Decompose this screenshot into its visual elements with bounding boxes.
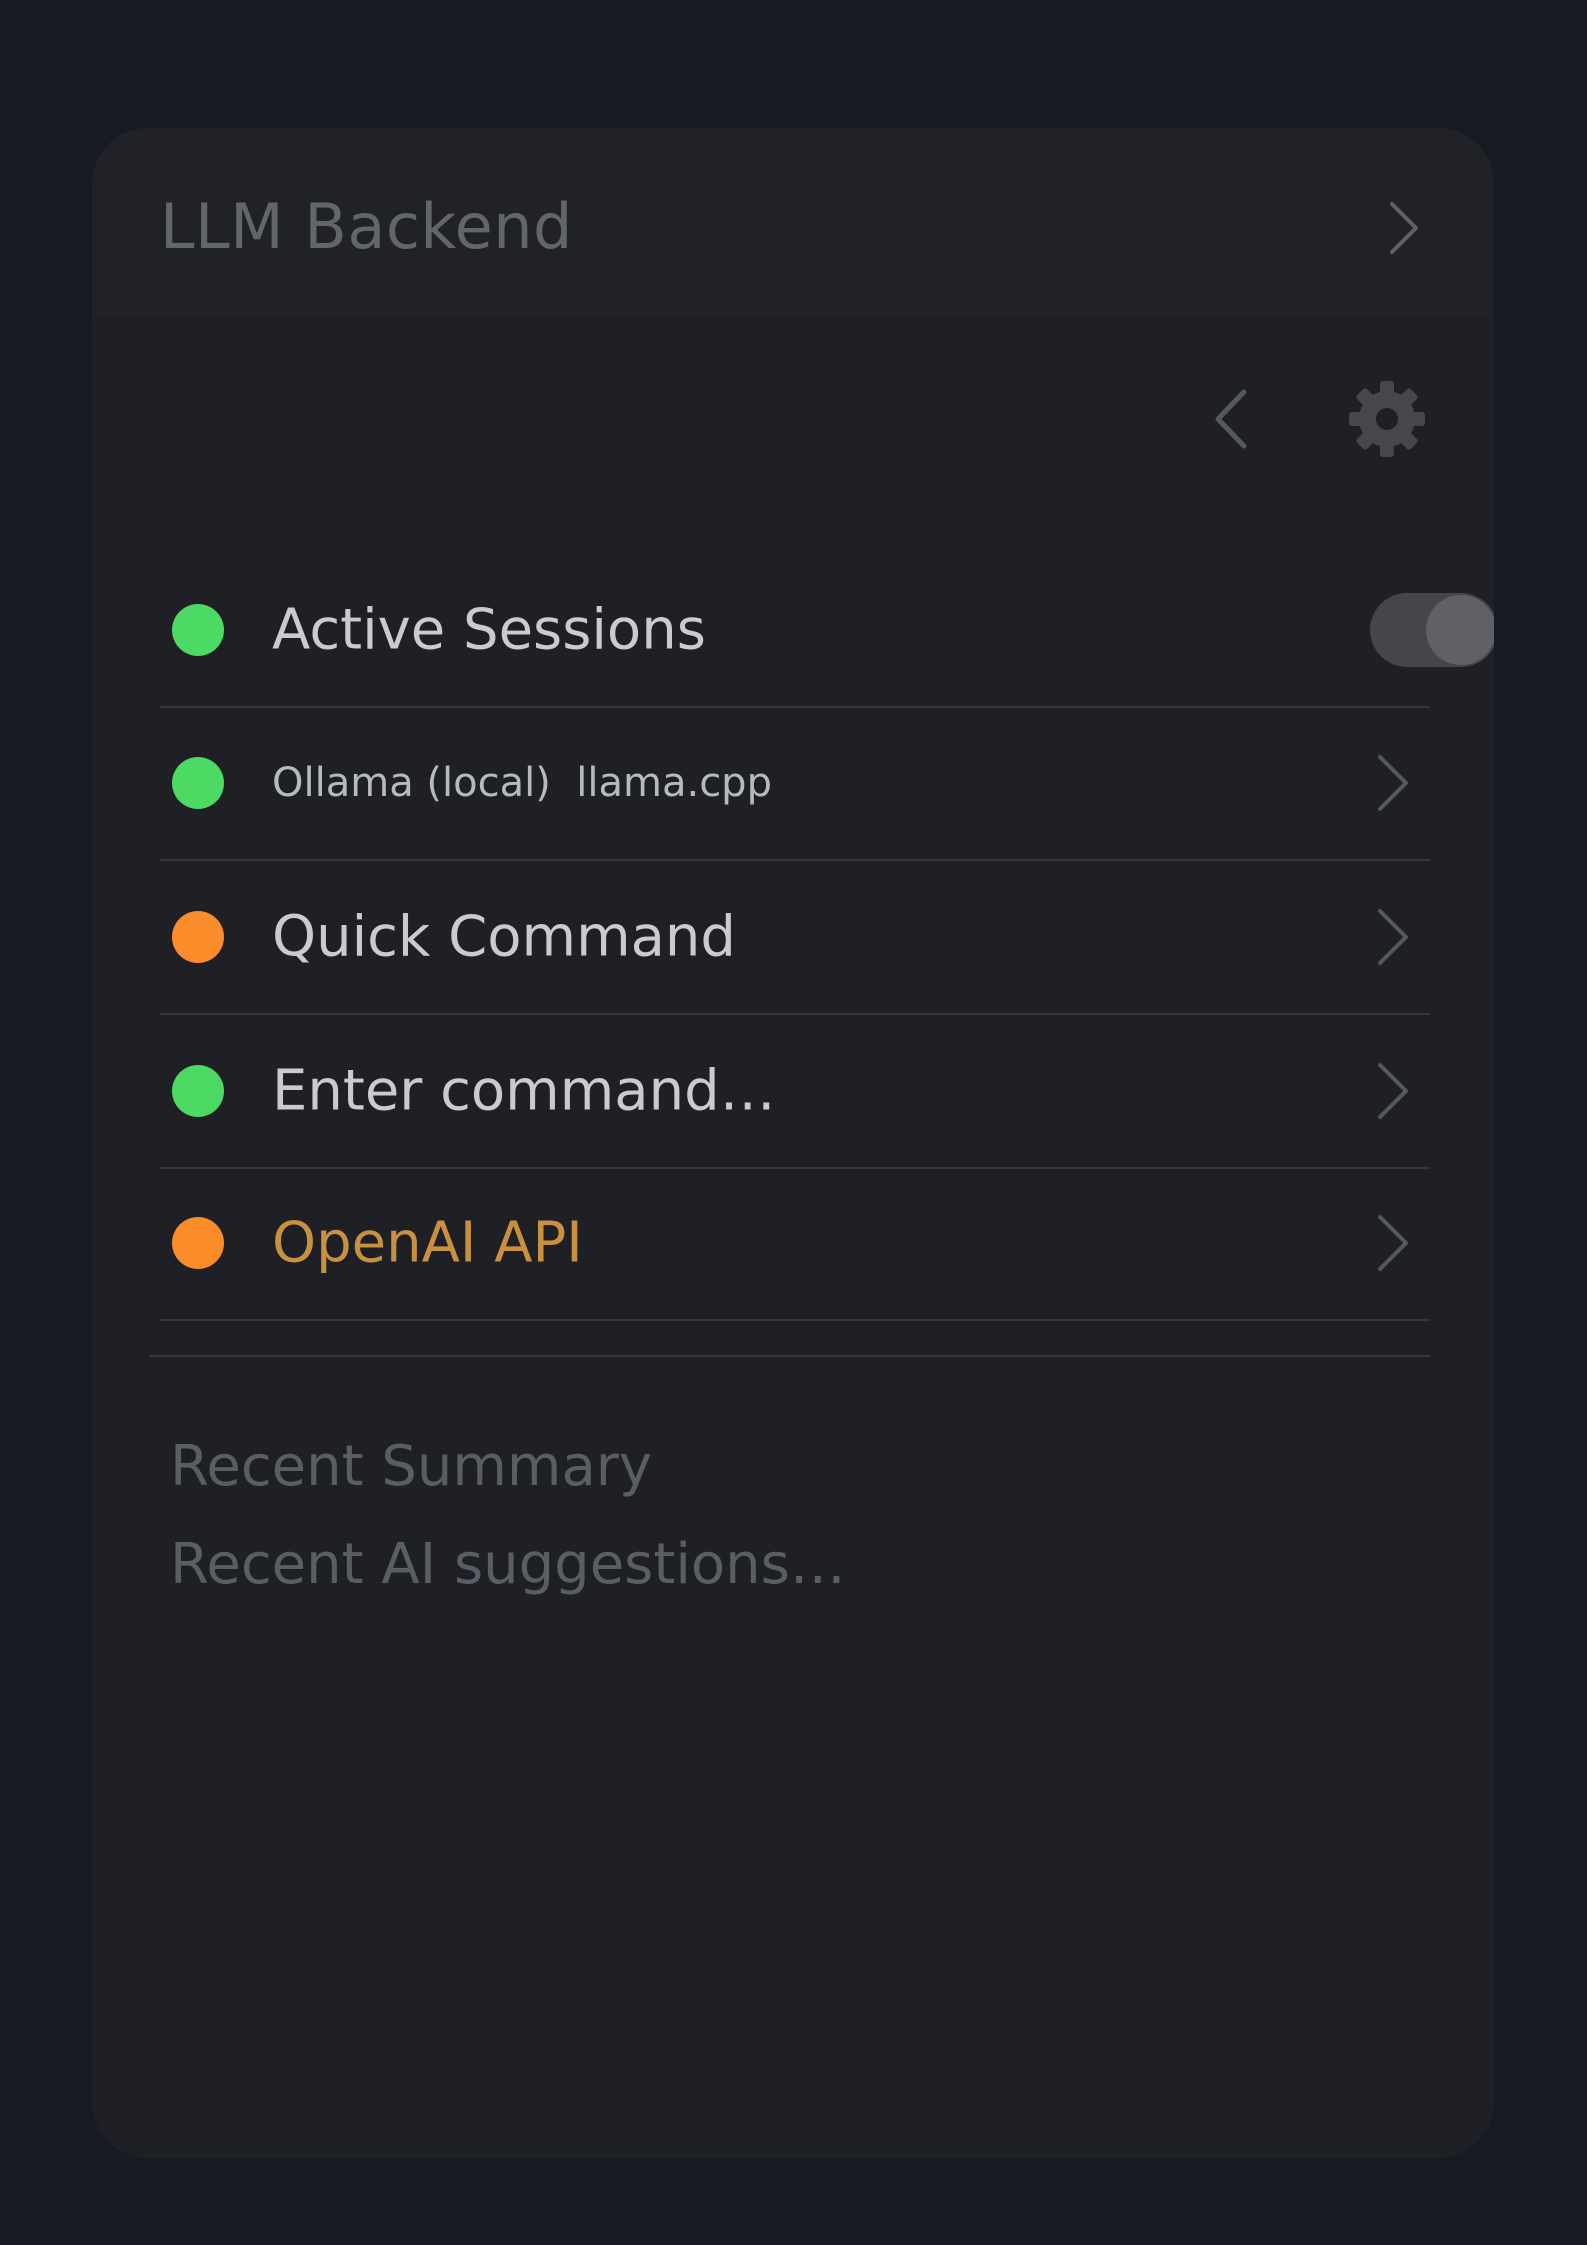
active-sessions-row[interactable]: Active Sessions xyxy=(160,554,1494,708)
active-sessions-toggle[interactable] xyxy=(1370,593,1494,667)
section-divider xyxy=(149,1355,1430,1357)
chevron-right-icon xyxy=(1378,1063,1408,1119)
recent-summary-title: Recent Summary xyxy=(170,1434,652,1499)
chevron-right-icon[interactable] xyxy=(1372,198,1432,258)
status-dot-orange xyxy=(172,1217,224,1269)
chevron-right-icon xyxy=(1378,909,1408,965)
chevron-right-icon xyxy=(1378,1215,1408,1271)
status-dot-orange xyxy=(172,911,224,963)
chevron-left-icon[interactable] xyxy=(1202,386,1262,452)
chevron-right-icon xyxy=(1378,755,1408,811)
status-dot-green xyxy=(172,757,224,809)
recent-summary-text: Recent AI suggestions… xyxy=(170,1532,846,1597)
quick-command-label: Quick Command xyxy=(272,904,736,970)
status-dot-green xyxy=(172,604,224,656)
status-dot-green xyxy=(172,1065,224,1117)
toggle-knob xyxy=(1426,595,1494,665)
enter-command-label: Enter command… xyxy=(272,1058,776,1124)
ollama-backend-label: Ollama (local) llama.cpp xyxy=(272,760,772,806)
openai-api-row[interactable]: OpenAI API xyxy=(160,1167,1430,1321)
gear-icon[interactable] xyxy=(1347,379,1427,459)
enter-command-row[interactable]: Enter command… xyxy=(160,1015,1430,1169)
panel-title: LLM Backend xyxy=(160,190,573,263)
quick-command-row[interactable]: Quick Command xyxy=(160,861,1430,1015)
panel-header[interactable]: LLM Backend xyxy=(92,128,1494,316)
openai-api-label: OpenAI API xyxy=(272,1210,583,1276)
llm-backend-panel: LLM Backend Active Sessions Ollama (loca… xyxy=(92,128,1494,2158)
active-sessions-label: Active Sessions xyxy=(272,597,706,663)
ollama-backend-row[interactable]: Ollama (local) llama.cpp xyxy=(160,707,1430,861)
